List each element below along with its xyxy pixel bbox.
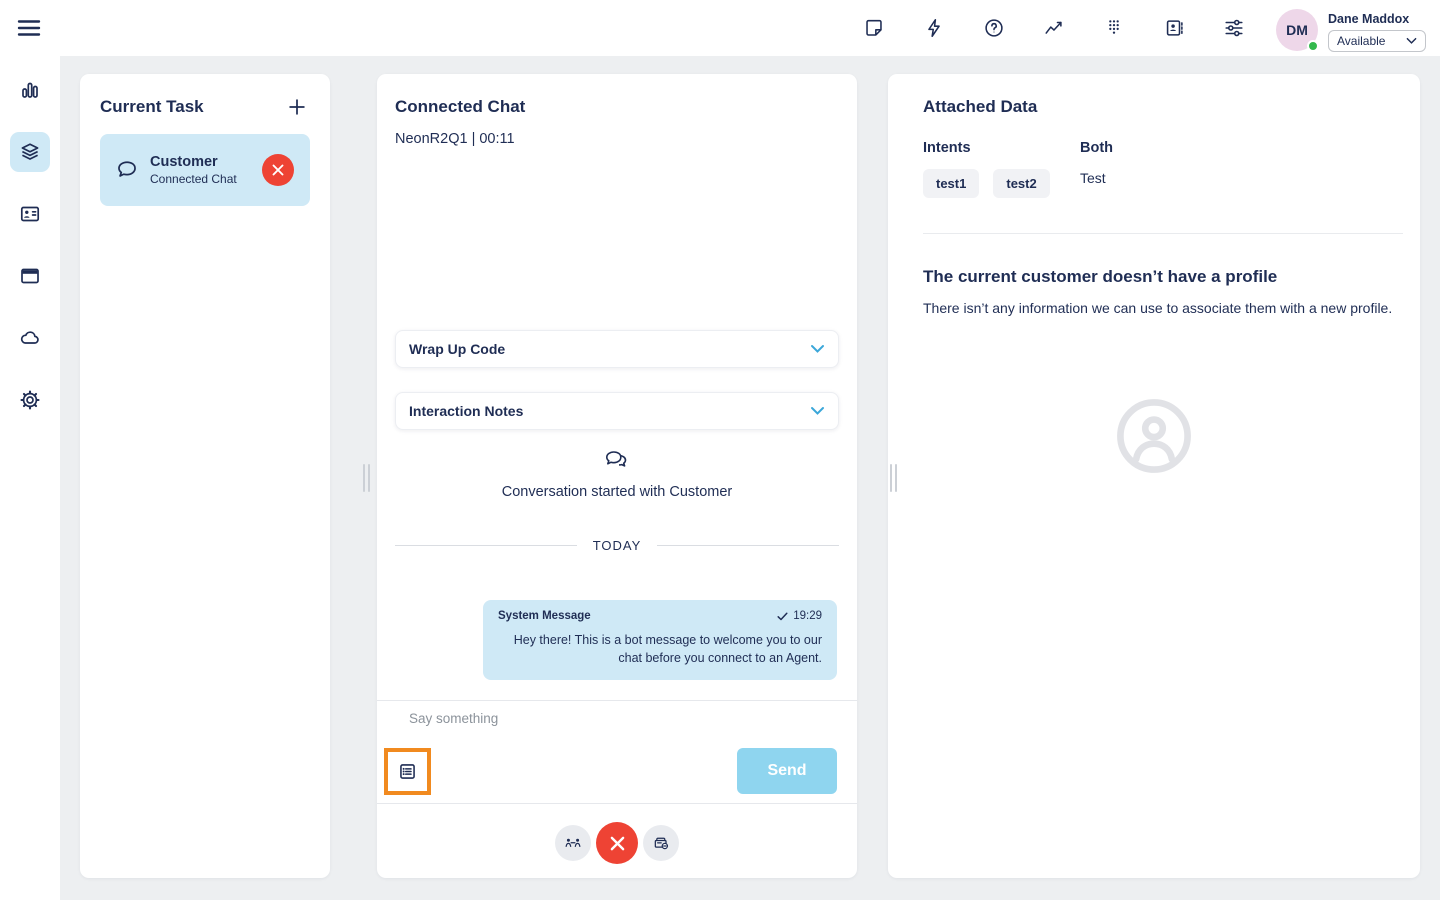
- intent-chip: test1: [923, 169, 980, 198]
- sidebar-item-performance[interactable]: [10, 70, 50, 110]
- chat-bubbles-icon: [377, 446, 857, 476]
- message-time: 19:29: [793, 610, 822, 622]
- preferences-icon[interactable]: [1204, 0, 1264, 56]
- transfer-icon: [565, 838, 581, 847]
- attached-data-title: Attached Data: [923, 97, 1038, 116]
- wrap-up-code-accordion[interactable]: Wrap Up Code: [395, 330, 839, 368]
- panel-resize-handle-left[interactable]: [363, 464, 370, 492]
- interaction-notes-label: Interaction Notes: [409, 403, 524, 419]
- send-button[interactable]: Send: [737, 748, 837, 794]
- interaction-notes-accordion[interactable]: Interaction Notes: [395, 392, 839, 430]
- cloud-icon: [20, 331, 39, 344]
- canned-responses-icon: [400, 764, 415, 779]
- chat-title: Connected Chat: [395, 97, 526, 116]
- no-profile-title: The current customer doesn’t have a prof…: [923, 267, 1278, 286]
- menu-icon[interactable]: [16, 14, 46, 42]
- profile-placeholder-icon: [888, 394, 1420, 478]
- dialpad-icon[interactable]: [1084, 0, 1144, 56]
- data-divider: [923, 233, 1403, 234]
- chat-input[interactable]: Say something: [409, 711, 829, 726]
- add-task-icon[interactable]: [286, 96, 308, 118]
- contacts-icon[interactable]: [1144, 0, 1204, 56]
- window-icon: [21, 268, 39, 284]
- note-icon[interactable]: [844, 0, 904, 56]
- park-interaction-button[interactable]: [643, 825, 679, 861]
- transfer-button[interactable]: [555, 825, 591, 861]
- sidebar-item-apps[interactable]: [10, 256, 50, 296]
- park-interaction-icon: [654, 837, 669, 850]
- layers-icon: [21, 143, 39, 160]
- task-card-customer[interactable]: Customer Connected Chat: [100, 134, 310, 206]
- sidebar-item-cloud[interactable]: [10, 318, 50, 358]
- check-icon: [777, 612, 788, 620]
- day-divider-label: TODAY: [592, 538, 642, 553]
- connected-chat-panel: Connected Chat NeonR2Q1 | 00:11 Wrap Up …: [377, 74, 857, 878]
- sidebar-item-settings[interactable]: [10, 380, 50, 420]
- conversation-start: Conversation started with Customer: [377, 446, 857, 500]
- intents-label: Intents: [923, 140, 971, 156]
- close-icon: [610, 836, 624, 850]
- both-label: Both: [1080, 140, 1114, 156]
- wrap-up-code-label: Wrap Up Code: [409, 341, 506, 357]
- close-task-icon[interactable]: [262, 154, 294, 186]
- gear-icon: [20, 390, 40, 410]
- status-dot: [1307, 39, 1319, 52]
- current-task-title: Current Task: [100, 97, 204, 116]
- intent-chip: test2: [993, 169, 1050, 198]
- status-dropdown[interactable]: Available: [1328, 29, 1426, 52]
- canned-responses-button[interactable]: [384, 748, 431, 795]
- current-task-panel: Current Task Customer Connected Chat: [80, 74, 330, 878]
- avatar-initials: DM: [1286, 21, 1308, 38]
- sidebar-item-interactions[interactable]: [10, 132, 50, 172]
- panel-resize-handle-right[interactable]: [890, 464, 897, 492]
- attached-data-panel: Attached Data Intents test1 test2 Both T…: [888, 74, 1420, 878]
- topbar: DM Dane Maddox Available: [0, 0, 1440, 56]
- end-chat-button[interactable]: [596, 822, 638, 864]
- bar-chart-icon: [22, 82, 38, 98]
- chevron-down-icon: [811, 345, 824, 353]
- input-divider: [377, 700, 857, 701]
- analytics-icon[interactable]: [1024, 0, 1084, 56]
- message-text: Hey there! This is a bot message to welc…: [513, 633, 822, 666]
- both-value: Test: [1080, 170, 1106, 186]
- no-profile-text: There isn’t any information we can use t…: [923, 300, 1393, 316]
- sidebar: [0, 56, 60, 900]
- system-message-bubble: System Message 19:29 Hey there! This is …: [483, 600, 837, 681]
- chat-bubble-icon: [118, 161, 136, 177]
- user-area: DM Dane Maddox Available: [1276, 5, 1426, 52]
- chevron-down-icon: [1406, 37, 1417, 44]
- help-icon[interactable]: [964, 0, 1024, 56]
- lightning-icon[interactable]: [904, 0, 964, 56]
- user-name: Dane Maddox: [1328, 11, 1410, 26]
- actions-divider: [377, 803, 857, 804]
- chevron-down-icon: [811, 407, 824, 415]
- conversation-start-text: Conversation started with Customer: [501, 484, 733, 500]
- message-sender: System Message: [498, 610, 591, 622]
- task-card-title: Customer: [150, 154, 218, 170]
- sidebar-item-directory[interactable]: [10, 194, 50, 234]
- task-card-subtitle: Connected Chat: [150, 172, 237, 186]
- chat-session-info: NeonR2Q1 | 00:11: [395, 131, 515, 147]
- contact-card-icon: [20, 206, 40, 222]
- day-divider: TODAY: [395, 538, 839, 553]
- status-value: Available: [1337, 33, 1386, 48]
